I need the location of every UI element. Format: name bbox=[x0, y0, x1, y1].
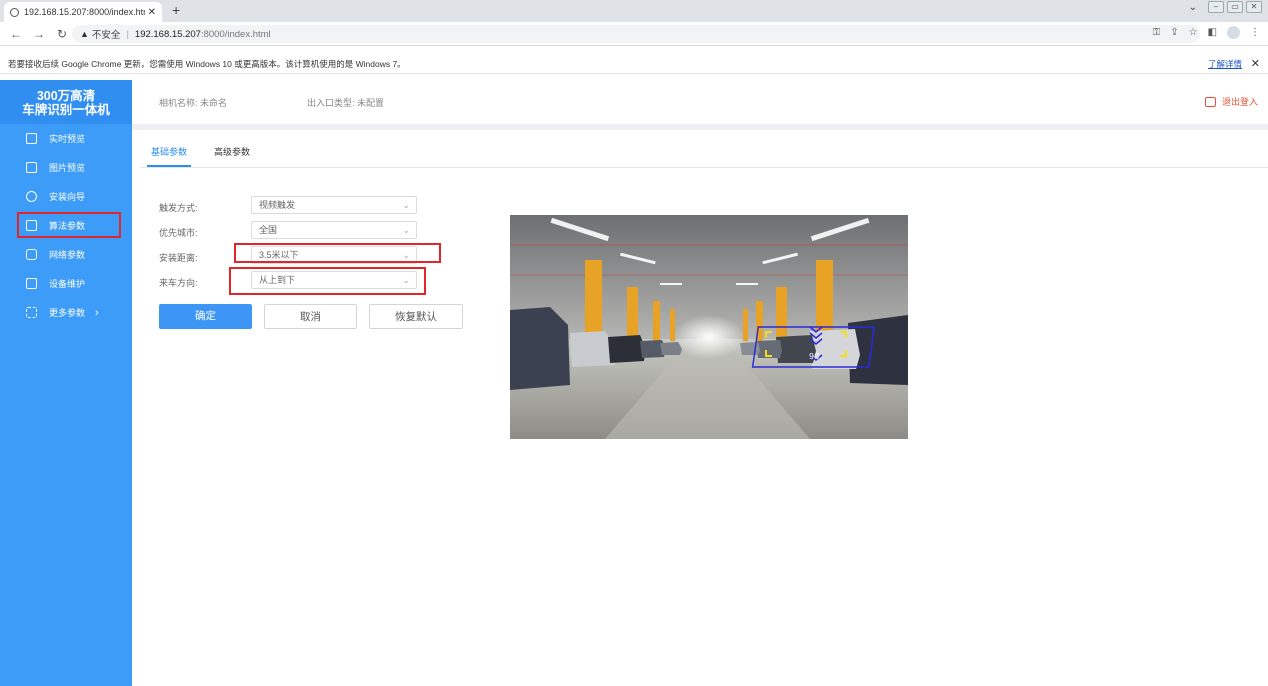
browser-tab-strip: 192.168.15.207:8000/index.htm ✕ + ⌄ – ▭ … bbox=[0, 0, 1268, 22]
menu-kebab-icon[interactable]: ⋮ bbox=[1250, 27, 1260, 38]
url-separator: | bbox=[126, 28, 129, 40]
back-icon[interactable]: ← bbox=[9, 27, 23, 41]
key-icon[interactable]: ⚿ bbox=[1153, 27, 1161, 38]
browser-toolbar: ⚿ ⇪ ☆ ◧ ⋮ bbox=[1153, 26, 1260, 39]
highlight-box-direction bbox=[229, 267, 426, 295]
camera-preview-image: 90 bbox=[510, 215, 908, 439]
trigger-mode-label: 触发方式: bbox=[159, 203, 198, 213]
sidebar-item-label: 安装向导 bbox=[49, 192, 86, 202]
logout-label: 退出登入 bbox=[1221, 97, 1258, 107]
sidebar-item-label: 图片预览 bbox=[49, 163, 86, 173]
sidebar-item-image-preview[interactable]: 图片预览 bbox=[0, 153, 132, 182]
url-host: 192.168.15.207 bbox=[134, 28, 201, 40]
sidebar-item-label: 网络参数 bbox=[49, 250, 86, 260]
vehicle-direction-label: 来车方向: bbox=[159, 278, 198, 288]
wrench-icon bbox=[26, 191, 37, 202]
sidebar-item-label: 设备维护 bbox=[49, 279, 86, 289]
close-tab-icon[interactable]: ✕ bbox=[148, 7, 156, 18]
confirm-button[interactable]: 确定 bbox=[159, 304, 252, 329]
cancel-button[interactable]: 取消 bbox=[264, 304, 357, 329]
logout-icon bbox=[1204, 96, 1216, 107]
device-icon bbox=[26, 278, 37, 289]
network-icon bbox=[26, 249, 37, 260]
url-path: :8000/index.html bbox=[200, 28, 271, 40]
update-infobar: 若要接收后续 Google Chrome 更新，您需使用 Windows 10 … bbox=[0, 54, 1268, 74]
device-info-header: 相机名称: 未命名 出入口类型: 未配置 退出登入 bbox=[132, 80, 1268, 124]
trigger-mode-select[interactable]: 视频触发 ⌄ bbox=[251, 196, 417, 214]
highlight-box-sidebar bbox=[17, 212, 121, 238]
brand-line1: 300万高清 bbox=[36, 89, 96, 103]
monitor-icon bbox=[26, 133, 37, 144]
sidebar-item-live-preview[interactable]: 实时预览 bbox=[0, 124, 132, 153]
overlay-angle-label: 90 bbox=[809, 352, 819, 361]
chevron-down-icon: ⌄ bbox=[402, 200, 410, 210]
url-field[interactable]: ▲ 不安全 | 192.168.15.207:8000/index.html bbox=[72, 25, 1200, 43]
address-bar-row: ← → ↻ ▲ 不安全 | 192.168.15.207:8000/index.… bbox=[0, 22, 1268, 46]
grid-icon bbox=[26, 307, 37, 318]
gate-type: 出入口类型: 未配置 bbox=[307, 98, 385, 108]
sidebar-item-install-wizard[interactable]: 安装向导 bbox=[0, 182, 132, 211]
brand-line2: 车牌识别一体机 bbox=[22, 103, 110, 117]
tab-advanced-params[interactable]: 高级参数 bbox=[214, 145, 250, 158]
reset-default-button[interactable]: 恢复默认 bbox=[369, 304, 463, 329]
close-window-icon[interactable]: ✕ bbox=[1246, 1, 1262, 13]
minimize-icon[interactable]: – bbox=[1208, 1, 1224, 13]
infobar-close-icon[interactable]: ✕ bbox=[1251, 54, 1260, 74]
install-distance-label: 安装距离: bbox=[159, 253, 198, 263]
security-label: 不安全 bbox=[91, 30, 121, 41]
infobar-learn-more-link[interactable]: 了解详情 bbox=[1208, 54, 1242, 74]
chevron-right-icon: › bbox=[95, 306, 99, 319]
infobar-message: 若要接收后续 Google Chrome 更新，您需使用 Windows 10 … bbox=[8, 59, 406, 69]
camera-name: 相机名称: 未命名 bbox=[159, 98, 228, 108]
parking-garage-illustration: 90 bbox=[510, 215, 908, 439]
chevron-down-icon: ⌄ bbox=[402, 225, 410, 235]
side-panel-icon[interactable]: ◧ bbox=[1208, 27, 1217, 38]
tab-search-chevron-icon[interactable]: ⌄ bbox=[1189, 2, 1197, 13]
window-controls: ⌄ – ▭ ✕ bbox=[1189, 1, 1262, 13]
priority-city-select[interactable]: 全国 ⌄ bbox=[251, 221, 417, 239]
sidebar: 300万高清 车牌识别一体机 实时预览 图片预览 安装向导 算法参数 网络参数 … bbox=[0, 80, 132, 686]
trigger-mode-value: 视频触发 bbox=[259, 200, 296, 210]
warning-icon[interactable]: ▲ bbox=[80, 29, 89, 39]
image-icon bbox=[26, 162, 37, 173]
sidebar-item-device-maintenance[interactable]: 设备维护 bbox=[0, 269, 132, 298]
sidebar-item-network-params[interactable]: 网络参数 bbox=[0, 240, 132, 269]
sidebar-item-label: 更多参数 bbox=[49, 308, 86, 318]
tab-basic-params[interactable]: 基础参数 bbox=[146, 145, 192, 167]
globe-icon bbox=[10, 7, 19, 17]
profile-avatar-icon[interactable] bbox=[1227, 26, 1240, 39]
browser-tab[interactable]: 192.168.15.207:8000/index.htm ✕ bbox=[4, 2, 162, 22]
priority-city-value: 全国 bbox=[259, 225, 278, 235]
forward-icon[interactable]: → bbox=[32, 27, 46, 41]
reload-icon[interactable]: ↻ bbox=[55, 27, 69, 41]
param-tabs: 基础参数 高级参数 bbox=[140, 130, 1268, 168]
sidebar-item-more-params[interactable]: 更多参数 › bbox=[0, 298, 132, 327]
new-tab-button[interactable]: + bbox=[172, 2, 180, 18]
bookmark-star-icon[interactable]: ☆ bbox=[1189, 27, 1198, 38]
maximize-icon[interactable]: ▭ bbox=[1227, 1, 1243, 13]
logout-button[interactable]: 退出登入 bbox=[1204, 95, 1258, 108]
browser-tab-title: 192.168.15.207:8000/index.htm bbox=[24, 7, 145, 17]
priority-city-label: 优先城市: bbox=[159, 228, 198, 238]
highlight-box-distance bbox=[234, 243, 441, 263]
share-icon[interactable]: ⇪ bbox=[1170, 27, 1178, 38]
sidebar-item-label: 实时预览 bbox=[49, 134, 86, 144]
brand-title: 300万高清 车牌识别一体机 bbox=[0, 80, 132, 124]
